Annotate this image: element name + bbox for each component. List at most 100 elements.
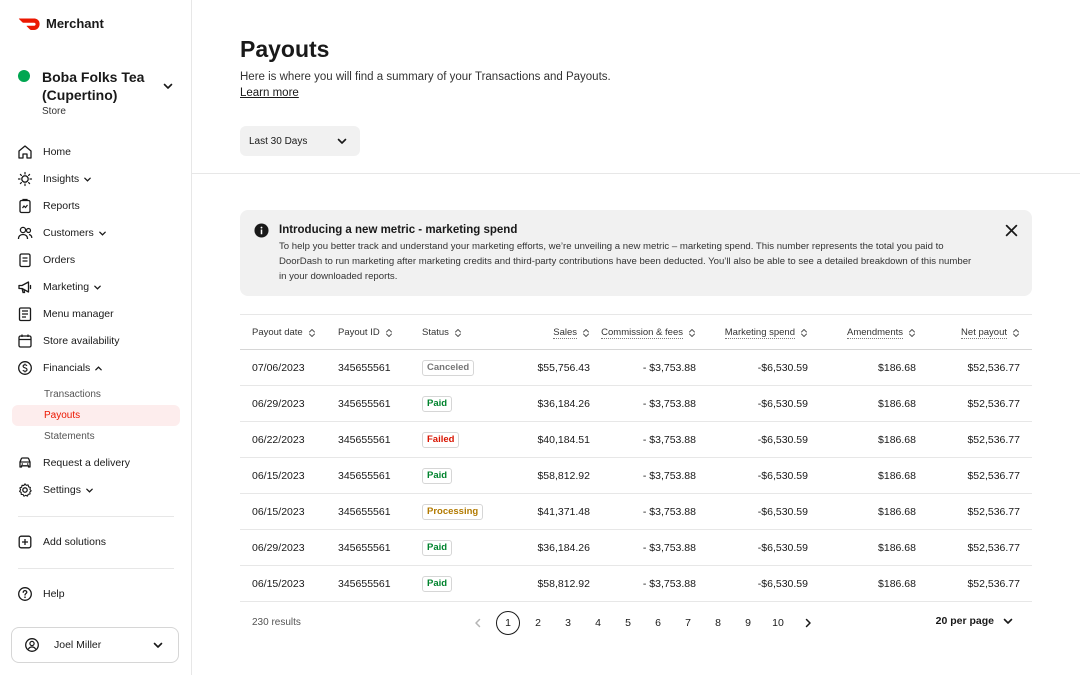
table-row[interactable]: 06/29/2023 345655561 Paid $36,184.26 - $3,75… [240,530,1032,566]
table-row[interactable]: 06/15/2023 345655561 Paid $58,812.92 - $3,75… [240,566,1032,602]
per-page-value: 20 per page [935,615,994,627]
subitem-label: Payouts [44,410,81,421]
user-menu[interactable]: Joel Miller [11,627,179,663]
per-page-select[interactable]: 20 per page [936,615,1014,627]
column-header-payout-id[interactable]: Payout ID [338,315,412,350]
page-button[interactable]: 3 [556,611,580,635]
column-header-amendments[interactable]: Amendments [812,315,916,350]
learn-more-link[interactable]: Learn more [240,87,299,99]
sidebar-item-store-availability[interactable]: Store availability [0,329,191,353]
table-row[interactable]: 06/15/2023 345655561 Processing $41,371.48 -… [240,494,1032,530]
sidebar-subitem-transactions[interactable]: Transactions [12,384,180,405]
sort-icon [909,328,915,337]
sort-icon [1013,328,1019,337]
status-badge: Processing [422,504,484,520]
page-button[interactable]: 8 [706,611,730,635]
menu-book-icon [18,307,32,322]
sort-icon [454,328,461,337]
cell-sales: $40,184.51 [537,434,590,446]
sidebar-item-financials[interactable]: Financials [0,356,191,380]
cell-sales: $58,812.92 [537,578,590,590]
cell-payout-date: 06/22/2023 [252,434,305,446]
status-badge: Paid [422,396,453,412]
page-button[interactable]: 4 [586,611,610,635]
sidebar-item-menu-manager[interactable]: Menu manager [0,302,191,326]
status-badge: Paid [422,468,453,484]
banner-title: Introducing a new metric - marketing spe… [279,224,518,236]
cell-amendments: $186.68 [878,578,916,590]
sort-icon [583,328,589,337]
cell-sales: $36,184.26 [537,542,590,554]
subitem-label: Statements [44,431,95,442]
help-icon [18,587,32,601]
page-button[interactable]: 10 [766,611,790,635]
cell-payout-id: 345655561 [338,542,391,554]
column-header-payout-date[interactable]: Payout date [252,315,332,350]
page-button[interactable]: 7 [676,611,700,635]
cell-amendments: $186.68 [878,542,916,554]
status-badge: Canceled [422,360,475,376]
app-window: Merchant Boba Folks Tea (Cupertino) Stor… [0,0,1080,675]
sidebar-item-customers[interactable]: Customers [0,221,191,245]
page-title: Payouts [240,36,330,62]
date-range-select[interactable]: Last 30 Days [240,126,360,156]
financials-label: Financials [43,362,91,374]
next-page-button[interactable] [796,611,820,635]
cell-payout-date: 07/06/2023 [252,362,305,374]
sidebar-item-label: Menu manager [43,308,114,320]
page-button[interactable]: 6 [646,611,670,635]
sidebar-item-orders[interactable]: Orders [0,248,191,272]
table-row[interactable]: 06/29/2023 345655561 Paid $36,184.26 - $3,75… [240,386,1032,422]
settings-label: Settings [43,484,81,496]
chevron-down-icon[interactable] [162,80,174,92]
column-header-status[interactable]: Status [422,315,486,350]
cell-status: Processing [422,494,486,530]
cell-payout-id: 345655561 [338,470,391,482]
column-header-commission-fees[interactable]: Commission & fees [592,315,696,350]
close-icon[interactable] [1005,224,1018,237]
sidebar-item-request-delivery[interactable]: Request a delivery [0,451,191,475]
status-badge: Paid [422,576,453,592]
brand[interactable]: Merchant [18,16,104,31]
sidebar-item-settings[interactable]: Settings [0,478,191,502]
column-header-sales[interactable]: Sales [486,315,590,350]
dollar-icon [18,361,32,375]
cell-payout-id: 345655561 [338,506,391,518]
prev-page-button[interactable] [466,611,490,635]
sidebar-item-home[interactable]: Home [0,140,191,164]
table-row[interactable]: 07/06/2023 345655561 Canceled $55,756.43 - $… [240,350,1032,386]
cell-net-payout: $52,536.77 [967,434,1020,446]
chevron-down-icon [84,177,92,182]
page-button[interactable]: 5 [616,611,640,635]
table-row[interactable]: 06/15/2023 345655561 Paid $58,812.92 - $3,75… [240,458,1032,494]
sidebar-item-add-solutions[interactable]: Add solutions [0,530,191,554]
sidebar-subitem-payouts[interactable]: Payouts [12,405,180,426]
chevron-down-icon [153,642,163,648]
cell-net-payout: $52,536.77 [967,398,1020,410]
chevron-down-icon [98,231,106,236]
column-header-marketing-spend[interactable]: Marketing spend [700,315,808,350]
chevron-down-icon [94,285,101,290]
cell-amendments: $186.68 [878,506,916,518]
sidebar-item-reports[interactable]: Reports [0,194,191,218]
cell-net-payout: $52,536.77 [967,506,1020,518]
cell-commission-fees: - $3,753.88 [642,506,696,518]
cell-commission-fees: - $3,753.88 [642,398,696,410]
sidebar-item-help[interactable]: Help [0,582,191,606]
cell-commission-fees: - $3,753.88 [642,470,696,482]
sidebar-item-insights[interactable]: Insights [0,167,191,191]
cell-marketing-spend: -$6,530.59 [757,362,808,374]
column-header-net-payout[interactable]: Net payout [920,315,1020,350]
page-button[interactable]: 1 [496,611,520,635]
cell-payout-date: 06/15/2023 [252,578,305,590]
sidebar-subitem-statements[interactable]: Statements [12,426,180,447]
sort-icon [801,328,807,337]
page-button[interactable]: 2 [526,611,550,635]
sidebar-item-label: Request a delivery [43,457,130,469]
chevron-down-icon [86,488,93,493]
cell-payout-id: 345655561 [338,434,391,446]
store-status-dot [18,70,30,82]
sidebar-item-marketing[interactable]: Marketing [0,275,191,299]
table-row[interactable]: 06/22/2023 345655561 Failed $40,184.51 - $3,… [240,422,1032,458]
page-button[interactable]: 9 [736,611,760,635]
